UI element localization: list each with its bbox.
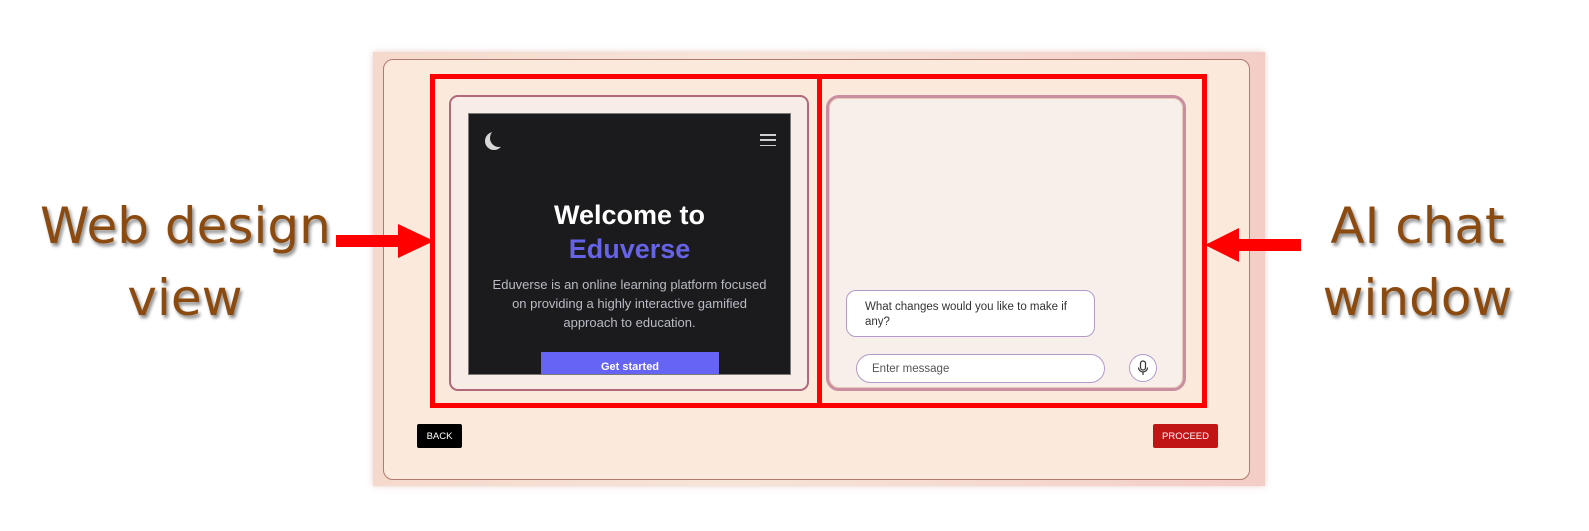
annotation-label-line: Web design xyxy=(40,197,331,255)
annotation-label-chat-window: AI chat window xyxy=(1300,190,1535,334)
annotation-box-design-view xyxy=(430,74,822,408)
annotation-label-design-view: Web design view xyxy=(40,190,331,334)
annotation-label-line: window xyxy=(1322,269,1513,327)
back-button[interactable]: BACK xyxy=(417,424,462,448)
annotation-label-line: view xyxy=(127,269,243,327)
arrow-left-icon xyxy=(1205,228,1301,262)
proceed-button[interactable]: PROCEED xyxy=(1153,424,1218,448)
annotation-label-line: AI chat xyxy=(1330,197,1505,255)
arrow-right-icon xyxy=(336,224,434,258)
annotation-box-chat-window xyxy=(817,74,1207,408)
